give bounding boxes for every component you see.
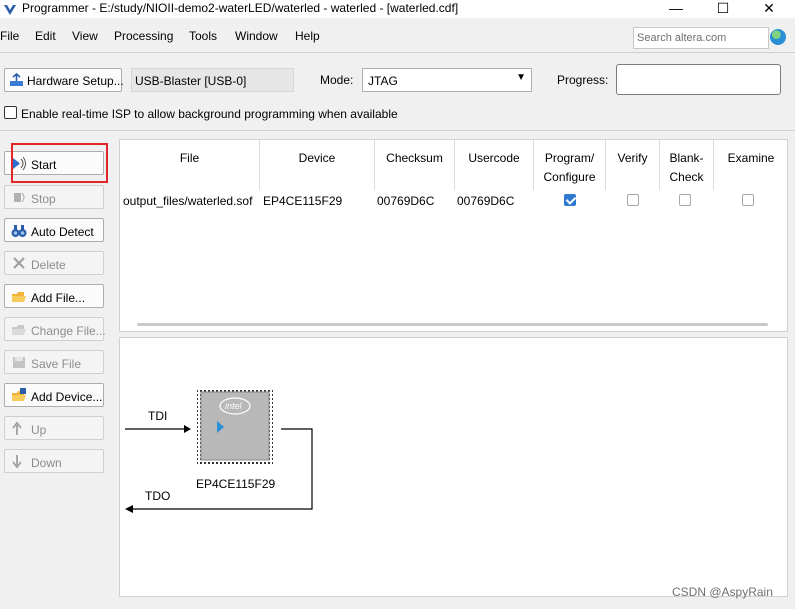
tdo-label: TDO xyxy=(145,489,171,503)
change-file-icon xyxy=(12,325,26,335)
watermark: CSDN @AspyRain xyxy=(672,585,773,599)
jtag-chain-svg xyxy=(125,388,313,513)
column-header-usercode[interactable]: Usercode xyxy=(455,140,534,190)
hardware-setup-button[interactable]: Hardware Setup... xyxy=(4,68,124,92)
divider xyxy=(0,52,795,53)
add-device-button[interactable]: Add Device... xyxy=(4,383,104,407)
change-file-button[interactable]: Change File... xyxy=(4,317,106,341)
quartus-programmer-icon xyxy=(4,5,16,15)
right-edge xyxy=(791,139,795,609)
hardware-setup-label: Hardware Setup... xyxy=(27,74,124,88)
program-checkbox[interactable] xyxy=(564,194,576,206)
table-row[interactable]: output_files/waterled.sof EP4CE115F29 00… xyxy=(120,190,787,214)
menu-window[interactable]: Window xyxy=(235,29,278,43)
tdo-arrow-icon xyxy=(125,505,133,513)
column-header-label: Checksum xyxy=(386,151,443,165)
add-device-label: Add Device... xyxy=(31,390,103,404)
up-button[interactable]: Up xyxy=(4,416,104,440)
search-input[interactable]: Search altera.com xyxy=(633,27,769,49)
up-label: Up xyxy=(31,423,47,437)
menu-help[interactable]: Help xyxy=(295,29,320,43)
up-icon xyxy=(12,421,22,435)
add-file-icon xyxy=(12,292,26,302)
binoculars-icon xyxy=(11,225,27,237)
horizontal-scrollbar[interactable] xyxy=(137,323,768,326)
add-file-label: Add File... xyxy=(31,291,86,305)
mode-label: Mode: xyxy=(320,73,354,87)
window-title: Programmer - E:/study/NIOII-demo2-waterL… xyxy=(22,1,459,15)
column-header-verify[interactable]: Verify xyxy=(606,140,660,190)
menu-view[interactable]: View xyxy=(72,29,98,43)
globe-icon[interactable] xyxy=(770,29,786,45)
mode-value: JTAG xyxy=(368,74,398,88)
column-header-label: File xyxy=(179,151,200,165)
down-label: Down xyxy=(31,456,62,470)
tdi-label: TDI xyxy=(148,409,168,423)
isp-checkbox[interactable] xyxy=(4,106,17,119)
stop-label: Stop xyxy=(31,192,56,206)
down-button[interactable]: Down xyxy=(4,449,104,473)
maximize-button[interactable]: ☐ xyxy=(705,0,741,18)
down-icon xyxy=(12,455,22,469)
column-header-program[interactable]: Program/ Configure xyxy=(534,140,606,190)
close-button[interactable]: ✕ xyxy=(751,0,787,18)
save-file-icon xyxy=(13,357,25,368)
column-header-label: Examine xyxy=(727,151,775,165)
mode-select[interactable]: JTAG ▼ xyxy=(362,68,532,92)
column-header-label: Device xyxy=(298,151,336,165)
hardware-field: USB-Blaster [USB-0] xyxy=(131,68,294,92)
chip-device-name[interactable]: EP4CE115F29 xyxy=(196,477,275,491)
column-header-label: Verify xyxy=(617,151,648,165)
delete-button[interactable]: Delete xyxy=(4,251,104,275)
delete-label: Delete xyxy=(31,258,66,272)
title-bar: Programmer - E:/study/NIOII-demo2-waterL… xyxy=(0,0,795,18)
hardware-setup-icon xyxy=(10,73,23,86)
delete-icon xyxy=(13,257,25,269)
add-device-icon xyxy=(12,388,26,401)
verify-checkbox[interactable] xyxy=(627,194,639,206)
column-header-device[interactable]: Device xyxy=(260,140,375,190)
divider xyxy=(0,130,795,131)
column-header-checksum[interactable]: Checksum xyxy=(375,140,455,190)
save-file-button[interactable]: Save File xyxy=(4,350,104,374)
cell-device: EP4CE115F29 xyxy=(263,194,343,208)
minimize-button[interactable]: — xyxy=(658,0,694,18)
isp-label: Enable real-time ISP to allow background… xyxy=(21,107,398,121)
column-header-examine[interactable]: Examine xyxy=(714,140,788,190)
cell-usercode: 00769D6C xyxy=(457,194,515,208)
menu-file[interactable]: File xyxy=(0,29,19,43)
menu-edit[interactable]: Edit xyxy=(35,29,56,43)
stop-icon xyxy=(14,192,25,203)
action-panel xyxy=(0,139,114,609)
device-table: File Device Checksum Usercode Program/ C… xyxy=(119,139,788,332)
intel-logo-text: intel xyxy=(225,401,242,411)
progress-label: Progress: xyxy=(557,73,609,87)
column-header-file[interactable]: File xyxy=(120,140,260,190)
auto-detect-label: Auto Detect xyxy=(31,225,94,239)
add-file-button[interactable]: Add File... xyxy=(4,284,104,308)
progress-bar xyxy=(616,64,781,95)
examine-checkbox[interactable] xyxy=(742,194,754,206)
column-header-label: Blank- Check xyxy=(669,151,704,184)
tdi-arrow-icon xyxy=(184,425,191,433)
jtag-chain-diagram: TDI TDO intel EP4CE115F29 xyxy=(119,337,788,597)
auto-detect-button[interactable]: Auto Detect xyxy=(4,218,104,242)
blank-check-checkbox[interactable] xyxy=(679,194,691,206)
column-header-label: Program/ Configure xyxy=(543,151,596,184)
chevron-down-icon: ▼ xyxy=(516,72,526,83)
cell-checksum: 00769D6C xyxy=(377,194,435,208)
save-file-label: Save File xyxy=(31,357,82,371)
menu-processing[interactable]: Processing xyxy=(114,29,173,43)
menu-tools[interactable]: Tools xyxy=(189,29,217,43)
change-file-label: Change File... xyxy=(31,324,106,338)
stop-button[interactable]: Stop xyxy=(4,185,104,209)
column-header-label: Usercode xyxy=(468,151,520,165)
column-header-blank-check[interactable]: Blank- Check xyxy=(660,140,714,190)
cell-file: output_files/waterled.sof xyxy=(123,194,253,208)
highlight-box xyxy=(11,143,108,183)
